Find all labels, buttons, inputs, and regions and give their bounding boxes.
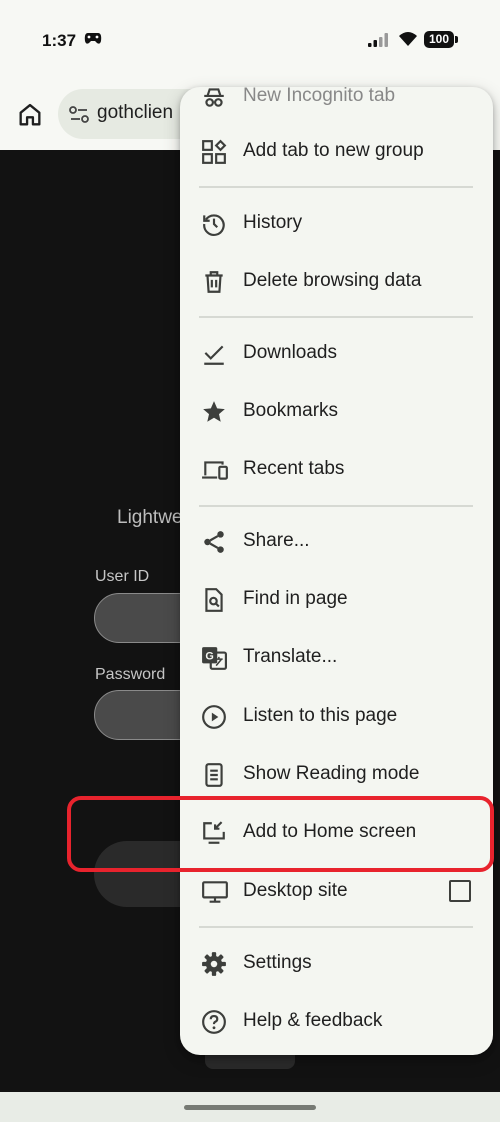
battery-indicator: 100 [424,31,458,48]
menu-divider [199,926,473,928]
page-heading: Lightwe [117,507,183,528]
menu-item-label: Show Reading mode [243,763,420,784]
history-icon [201,211,227,237]
menu-item-label: Recent tabs [243,458,345,479]
game-controller-icon [84,32,102,51]
menu-item-label: Downloads [243,342,337,363]
password-label: Password [95,666,166,683]
home-icon[interactable] [16,101,44,129]
menu-item-label: Help & feedback [243,1010,383,1031]
tab-group-icon [201,139,227,165]
gear-icon [201,951,227,977]
menu-item-translate[interactable]: G Translate... [180,628,493,686]
site-settings-icon[interactable] [68,104,90,131]
highlight-box [67,796,494,872]
menu-item-label: Desktop site [243,880,348,901]
menu-item-recent-tabs[interactable]: Recent tabs [180,440,493,498]
menu-item-delete-browsing-data[interactable]: Delete browsing data [180,252,493,310]
menu-item-label: Find in page [243,588,348,609]
status-time: 1:37 [42,31,77,50]
menu-item-help-feedback[interactable]: Help & feedback [180,992,493,1050]
translate-icon: G [201,645,227,671]
svg-text:G: G [205,651,213,663]
incognito-icon [201,87,227,110]
menu-divider [199,505,473,507]
share-icon [201,529,227,555]
menu-item-add-tab-to-group[interactable]: Add tab to new group [180,122,493,180]
help-icon [201,1009,227,1035]
download-check-icon [201,341,227,367]
menu-item-settings[interactable]: Settings [180,934,493,992]
menu-item-label: Share... [243,530,310,551]
devices-icon [201,457,228,483]
menu-item-downloads[interactable]: Downloads [180,324,493,382]
user-id-label: User ID [95,568,150,585]
menu-item-reading-mode[interactable]: Show Reading mode [180,745,493,803]
trash-icon [201,269,227,295]
menu-divider [199,316,473,318]
menu-item-label: Translate... [243,646,338,667]
monitor-icon [201,879,228,905]
find-in-page-icon [201,587,227,613]
overflow-menu: New Incognito tab Add tab to new group H… [180,87,493,1055]
menu-item-label: History [243,212,303,233]
menu-item-share[interactable]: Share... [180,512,493,570]
star-icon [201,399,227,425]
menu-item-label: New Incognito tab [243,87,396,106]
signal-icon [368,33,390,52]
reading-mode-icon [201,762,227,788]
menu-item-label: Settings [243,952,312,973]
wifi-icon [398,31,418,52]
menu-item-listen-to-page[interactable]: Listen to this page [180,687,493,745]
desktop-site-checkbox[interactable] [449,880,471,902]
menu-item-history[interactable]: History [180,194,493,252]
menu-item-label: Add tab to new group [243,140,424,161]
menu-item-find-in-page[interactable]: Find in page [180,570,493,628]
url-text: gothclien [97,102,174,123]
menu-item-label: Listen to this page [243,705,398,726]
menu-divider [199,186,473,188]
menu-item-bookmarks[interactable]: Bookmarks [180,382,493,440]
menu-item-label: Delete browsing data [243,270,422,291]
menu-item-label: Bookmarks [243,400,339,421]
play-circle-icon [201,704,227,730]
menu-item-new-incognito-tab[interactable]: New Incognito tab [180,87,493,125]
home-gesture-handle[interactable] [184,1105,316,1110]
